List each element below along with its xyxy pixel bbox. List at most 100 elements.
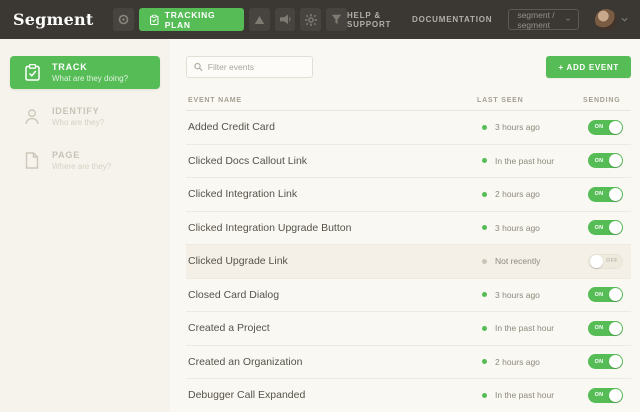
toggle-label: OFF: [603, 258, 621, 264]
events-toolbar: + ADD EVENT: [186, 56, 631, 78]
toggle-knob: [609, 188, 622, 201]
sending-toggle[interactable]: ON: [588, 187, 623, 202]
event-name[interactable]: Clicked Integration Upgrade Button: [188, 222, 482, 234]
documentation-link[interactable]: DOCUMENTATION: [412, 15, 492, 24]
last-seen-cell: 3 hours ago: [482, 223, 588, 233]
column-header-sending: SENDING: [583, 97, 623, 104]
help-support-link[interactable]: HELP & SUPPORT: [347, 11, 396, 29]
sidebar-item-subtitle: Who are they?: [52, 118, 104, 127]
table-row[interactable]: Debugger Call Expanded In the past hour …: [186, 379, 631, 412]
last-seen-cell: Not recently: [482, 256, 588, 266]
event-name[interactable]: Clicked Docs Callout Link: [188, 155, 482, 167]
status-dot: [482, 192, 487, 197]
status-dot: [482, 292, 487, 297]
sidebar-item-text: TRACK What are they doing?: [52, 62, 128, 83]
sidebar-item-text: IDENTIFY Who are they?: [52, 106, 104, 127]
table-row[interactable]: Clicked Integration Link 2 hours ago ON: [186, 178, 631, 212]
segment-logo[interactable]: Segment: [13, 10, 93, 29]
table-row[interactable]: Created a Project In the past hour ON: [186, 312, 631, 346]
sending-toggle[interactable]: OFF: [588, 254, 623, 269]
event-name[interactable]: Created a Project: [188, 322, 482, 334]
toggle-knob: [590, 255, 603, 268]
sidebar-item-page[interactable]: PAGE Where are they?: [10, 144, 160, 177]
sending-toggle[interactable]: ON: [588, 220, 623, 235]
clipboard-check-icon: [22, 64, 42, 81]
toggle-knob: [609, 121, 622, 134]
last-seen-text: 3 hours ago: [495, 223, 540, 233]
top-right-nav: HELP & SUPPORT DOCUMENTATION segment / s…: [347, 9, 628, 31]
megaphone-icon[interactable]: [275, 8, 296, 31]
search-icon: [194, 62, 203, 72]
workspace-selector[interactable]: segment / segment: [508, 9, 579, 30]
sending-toggle[interactable]: ON: [588, 321, 623, 336]
toggle-label: ON: [589, 325, 609, 331]
sending-toggle[interactable]: ON: [588, 287, 623, 302]
table-row[interactable]: Added Credit Card 3 hours ago ON: [186, 111, 631, 145]
sidebar-item-track[interactable]: TRACK What are they doing?: [10, 56, 160, 89]
toggle-label: ON: [589, 359, 609, 365]
event-name[interactable]: Created an Organization: [188, 356, 482, 368]
segment-app-window: Segment TRACKING PLAN HELP & SU: [0, 0, 640, 412]
toggle-label: ON: [589, 292, 609, 298]
sending-toggle[interactable]: ON: [588, 153, 623, 168]
toggle-knob: [609, 221, 622, 234]
table-header: EVENT NAME LAST SEEN SENDING: [186, 91, 631, 111]
user-menu[interactable]: [595, 9, 628, 31]
tracking-plan-label: TRACKING PLAN: [165, 10, 233, 30]
table-row[interactable]: Created an Organization 2 hours ago ON: [186, 346, 631, 380]
main-panel: + ADD EVENT EVENT NAME LAST SEEN SENDING…: [170, 39, 640, 412]
chevron-down-icon: [621, 16, 628, 23]
add-event-button[interactable]: + ADD EVENT: [546, 56, 631, 78]
last-seen-text: 3 hours ago: [495, 290, 540, 300]
sending-toggle[interactable]: ON: [588, 354, 623, 369]
sidebar-item-text: PAGE Where are they?: [52, 150, 111, 171]
status-dot: [482, 393, 487, 398]
last-seen-text: 3 hours ago: [495, 122, 540, 132]
content-area: TRACK What are they doing? IDENTIFY Who …: [0, 39, 640, 412]
last-seen-cell: 2 hours ago: [482, 357, 588, 367]
tracking-plan-button[interactable]: TRACKING PLAN: [139, 8, 244, 31]
toggle-knob: [609, 355, 622, 368]
status-dot: [482, 158, 487, 163]
sidebar: TRACK What are they doing? IDENTIFY Who …: [0, 39, 170, 412]
event-name[interactable]: Added Credit Card: [188, 121, 482, 133]
sidebar-item-identify[interactable]: IDENTIFY Who are they?: [10, 100, 160, 133]
funnel-icon[interactable]: [326, 8, 347, 31]
last-seen-cell: In the past hour: [482, 323, 588, 333]
sidebar-item-label: PAGE: [52, 150, 111, 160]
last-seen-cell: In the past hour: [482, 390, 588, 400]
toggle-knob: [609, 288, 622, 301]
chevron-down-icon: [566, 16, 570, 23]
table-row[interactable]: Closed Card Dialog 3 hours ago ON: [186, 279, 631, 313]
last-seen-text: Not recently: [495, 256, 540, 266]
last-seen-text: In the past hour: [495, 390, 554, 400]
workspace-selector-label: segment / segment: [517, 10, 558, 30]
event-name[interactable]: Clicked Integration Link: [188, 188, 482, 200]
overview-icon[interactable]: [113, 8, 134, 31]
status-dot: [482, 326, 487, 331]
column-header-last-seen: LAST SEEN: [477, 97, 583, 104]
status-dot: [482, 225, 487, 230]
last-seen-cell: 3 hours ago: [482, 290, 588, 300]
table-row[interactable]: Clicked Integration Upgrade Button 3 hou…: [186, 212, 631, 246]
toggle-knob: [609, 154, 622, 167]
last-seen-text: 2 hours ago: [495, 189, 540, 199]
status-dot: [482, 359, 487, 364]
filter-events-search[interactable]: [186, 56, 313, 78]
filter-events-input[interactable]: [208, 62, 305, 72]
live-debugger-icon[interactable]: [249, 8, 270, 31]
event-name[interactable]: Clicked Upgrade Link: [188, 255, 482, 267]
gear-icon[interactable]: [300, 8, 321, 31]
sending-toggle[interactable]: ON: [588, 388, 623, 403]
last-seen-text: In the past hour: [495, 156, 554, 166]
table-row[interactable]: Clicked Upgrade Link Not recently OFF: [186, 245, 631, 279]
event-name[interactable]: Debugger Call Expanded: [188, 389, 482, 401]
sending-toggle[interactable]: ON: [588, 120, 623, 135]
table-row[interactable]: Clicked Docs Callout Link In the past ho…: [186, 145, 631, 179]
sidebar-item-subtitle: What are they doing?: [52, 74, 128, 83]
top-bar: Segment TRACKING PLAN HELP & SU: [0, 0, 640, 39]
event-name[interactable]: Closed Card Dialog: [188, 289, 482, 301]
last-seen-cell: 2 hours ago: [482, 189, 588, 199]
top-nav: TRACKING PLAN: [113, 8, 346, 31]
avatar: [595, 9, 617, 31]
